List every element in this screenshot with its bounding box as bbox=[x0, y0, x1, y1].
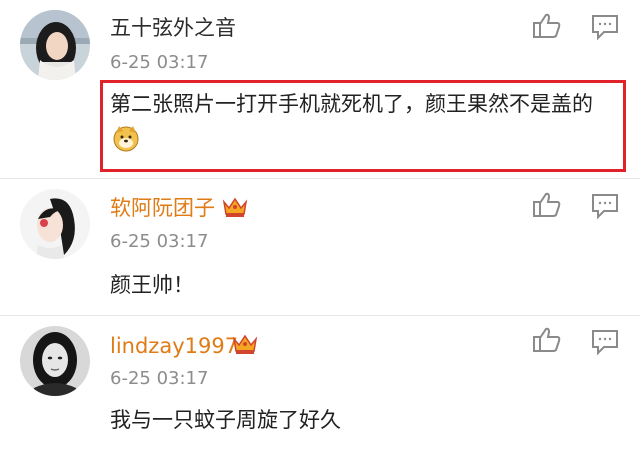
comment-reply-icon[interactable] bbox=[590, 192, 620, 220]
avatar[interactable] bbox=[20, 326, 90, 396]
avatar[interactable] bbox=[20, 189, 90, 259]
crown-icon bbox=[222, 196, 248, 218]
timestamp: 6-25 03:17 bbox=[110, 52, 209, 73]
comment-item-2: 软阿阮团子 6-25 03:17 颜王帅！ bbox=[0, 179, 640, 315]
comment-text: 我与一只蚊子周旋了好久 bbox=[110, 408, 341, 432]
thumbs-up-icon[interactable] bbox=[532, 12, 562, 40]
comment-reply-icon[interactable] bbox=[590, 328, 620, 356]
thumbs-up-icon[interactable] bbox=[532, 326, 562, 354]
comment-text: 第二张照片一打开手机就死机了，颜王果然不是盖的 bbox=[110, 86, 615, 158]
timestamp: 6-25 03:17 bbox=[110, 368, 209, 389]
thumbs-up-icon[interactable] bbox=[532, 191, 562, 219]
username[interactable]: lindzay1997 bbox=[110, 334, 238, 358]
comment-reply-icon[interactable] bbox=[590, 13, 620, 41]
comment-item-3: lindzay1997 6-25 03:17 我与一只蚊子周旋了好久 bbox=[0, 316, 640, 457]
username[interactable]: 五十弦外之音 bbox=[110, 16, 236, 40]
comment-text: 颜王帅！ bbox=[110, 273, 194, 297]
crown-icon bbox=[232, 333, 258, 355]
avatar[interactable] bbox=[20, 10, 90, 80]
doge-icon bbox=[112, 124, 140, 152]
comment-item-1: 五十弦外之音 6-25 03:17 第二张照片一打开手机就死机了，颜王果然不是盖… bbox=[0, 0, 640, 180]
comment-text-content: 第二张照片一打开手机就死机了，颜王果然不是盖的 bbox=[110, 92, 593, 116]
timestamp: 6-25 03:17 bbox=[110, 231, 209, 252]
username[interactable]: 软阿阮团子 bbox=[110, 196, 215, 220]
